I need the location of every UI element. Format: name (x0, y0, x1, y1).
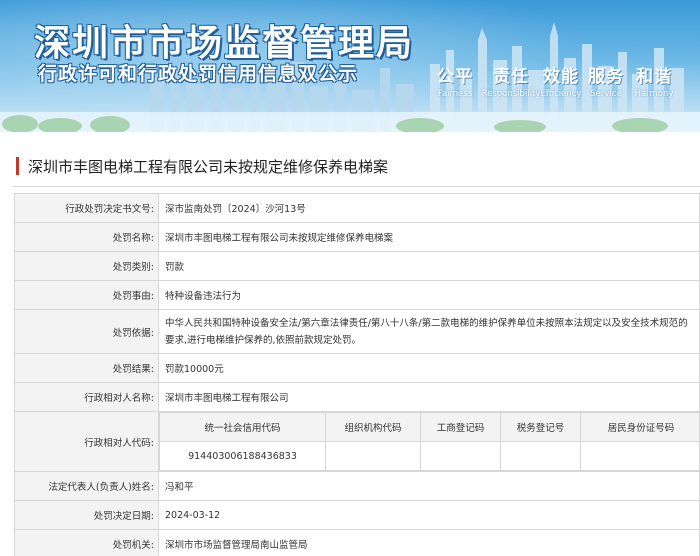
penalty-detail-table: 行政处罚决定书文号: 深市监南处罚〔2024〕沙河13号 处罚名称: 深圳市丰图… (14, 193, 700, 556)
business-reg-value (420, 441, 501, 471)
penalty-reason-value: 特种设备违法行为 (158, 280, 700, 310)
field-label: 处罚结果: (14, 353, 159, 383)
slogan-en: Service (590, 89, 622, 99)
case-title: 深圳市丰图电梯工程有限公司未按规定维修保养电梯案 (28, 157, 389, 176)
penalty-result-value: 罚款10000元 (158, 353, 700, 383)
field-label: 行政相对人代码: (14, 411, 159, 472)
party-code-value-row: 914403006188436833 (159, 441, 700, 471)
tax-reg-value (500, 441, 581, 471)
banner-subtitle: 行政许可和行政处罚信用信息双公示 (38, 63, 359, 85)
column-header: 工商登记码 (420, 412, 501, 442)
id-card-value (580, 441, 700, 471)
row-penalty-result: 处罚结果: 罚款10000元 (14, 353, 700, 383)
row-legal-rep: 法定代表人(负责人)姓名: 冯和平 (14, 471, 700, 501)
slogan-en: Efficiency (540, 89, 582, 99)
slogan-en: Responsibility (481, 89, 541, 99)
row-authority: 处罚机关: 深圳市市场监督管理局南山监管局 (14, 529, 700, 556)
row-doc-no: 行政处罚决定书文号: 深市监南处罚〔2024〕沙河13号 (14, 193, 700, 223)
slogan-responsibility: 责任 Responsibility (480, 62, 542, 99)
slogan-efficiency: 效能 Efficiency (535, 62, 587, 99)
field-label: 处罚名称: (14, 222, 159, 252)
party-code-table: 统一社会信用代码 组织机构代码 工商登记码 税务登记号 居民身份证号码 9144… (159, 412, 700, 471)
slogan-cn: 和谐 (636, 67, 672, 87)
penalty-basis-value: 中华人民共和国特种设备安全法/第六章法律责任/第八十八条/第二款电梯的维护保养单… (165, 317, 688, 346)
slogan-cn: 责任 (493, 67, 529, 87)
penalty-category-value: 罚款 (158, 251, 700, 281)
party-name-value: 深圳市丰图电梯工程有限公司 (158, 382, 700, 412)
credit-code-value: 914403006188436833 (159, 441, 326, 471)
slogan-en: Harmony (634, 89, 674, 99)
row-party-code: 行政相对人代码: 统一社会信用代码 组织机构代码 工商登记码 税务登记号 居民身… (14, 411, 700, 472)
party-code-cell: 统一社会信用代码 组织机构代码 工商登记码 税务登记号 居民身份证号码 9144… (158, 411, 700, 472)
field-label: 处罚类别: (14, 251, 159, 281)
decision-date-value: 2024-03-12 (158, 500, 700, 530)
title-divider (12, 186, 700, 187)
slogan-cn: 效能 (543, 67, 579, 87)
slogan-harmony: 和谐 Harmony (632, 62, 676, 99)
field-label: 处罚决定日期: (14, 500, 159, 530)
field-label: 行政处罚决定书文号: (14, 193, 159, 223)
slogan-service: 服务 Service (586, 62, 626, 99)
column-header: 居民身份证号码 (580, 412, 700, 442)
column-header: 统一社会信用代码 (159, 412, 326, 442)
doc-no-value: 深市监南处罚〔2024〕沙河13号 (158, 193, 700, 223)
case-title-row: 深圳市丰图电梯工程有限公司未按规定维修保养电梯案 (16, 152, 692, 180)
row-party-name: 行政相对人名称: 深圳市丰图电梯工程有限公司 (14, 382, 700, 412)
row-decision-date: 处罚决定日期: 2024-03-12 (14, 500, 700, 530)
title-accent-bar (16, 157, 19, 175)
field-label: 法定代表人(负责人)姓名: (14, 471, 159, 501)
column-header: 组织机构代码 (325, 412, 421, 442)
authority-value: 深圳市市场监督管理局南山监管局 (158, 529, 700, 556)
field-label: 处罚事由: (14, 280, 159, 310)
slogan-cn: 服务 (588, 67, 624, 87)
slogan-cn: 公平 (437, 67, 473, 87)
field-label: 处罚机关: (14, 529, 159, 556)
column-header: 税务登记号 (500, 412, 581, 442)
penalty-name-value: 深圳市丰图电梯工程有限公司未按规定维修保养电梯案 (158, 222, 700, 252)
row-penalty-name: 处罚名称: 深圳市丰图电梯工程有限公司未按规定维修保养电梯案 (14, 222, 700, 252)
row-penalty-category: 处罚类别: 罚款 (14, 251, 700, 281)
slogan-fairness: 公平 Fairness (433, 62, 477, 99)
field-label: 行政相对人名称: (14, 382, 159, 412)
field-label: 处罚依据: (14, 309, 159, 354)
legal-rep-value: 冯和平 (158, 471, 700, 501)
row-penalty-basis: 处罚依据: 中华人民共和国特种设备安全法/第六章法律责任/第八十八条/第二款电梯… (14, 309, 700, 354)
party-code-header-row: 统一社会信用代码 组织机构代码 工商登记码 税务登记号 居民身份证号码 (159, 412, 700, 442)
penalty-basis-cell: 中华人民共和国特种设备安全法/第六章法律责任/第八十八条/第二款电梯的维护保养单… (158, 309, 700, 354)
header-banner: 深圳市市场监督管理局 行政许可和行政处罚信用信息双公示 公平 Fairness … (0, 0, 700, 132)
org-code-value (325, 441, 421, 471)
row-penalty-reason: 处罚事由: 特种设备违法行为 (14, 280, 700, 310)
slogan-en: Fairness (437, 89, 473, 99)
